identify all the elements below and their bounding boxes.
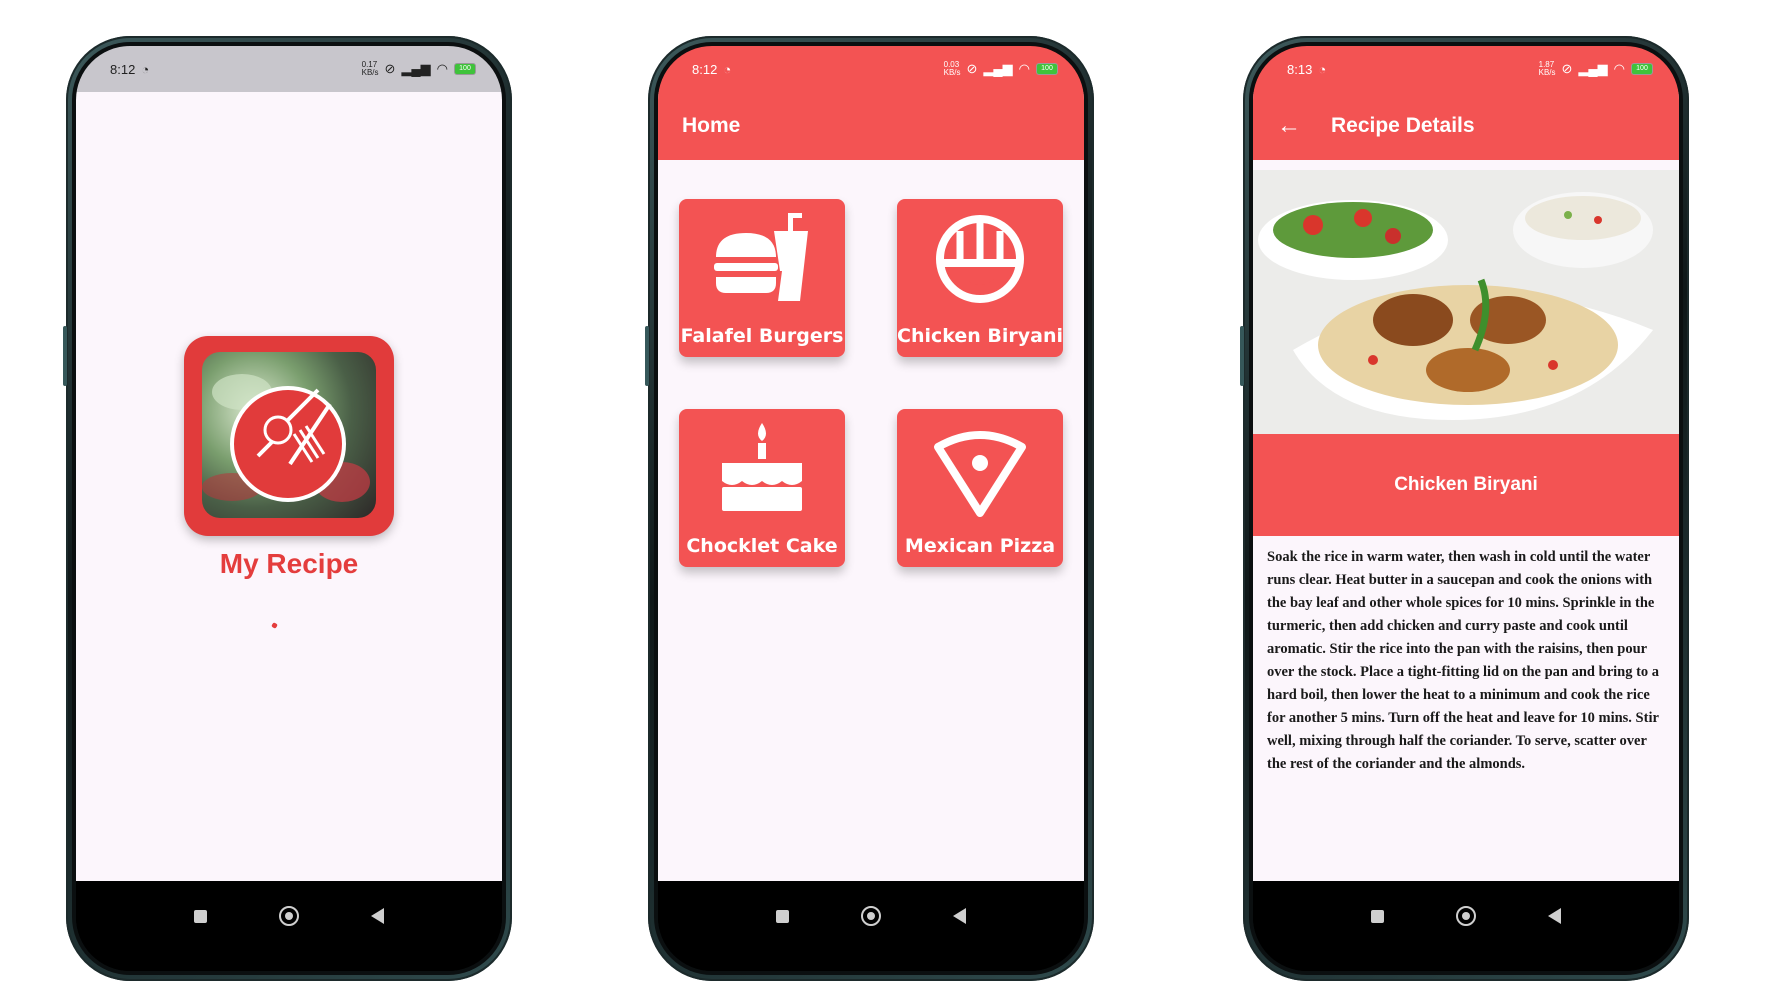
wifi-icon: ◠ [1018, 61, 1030, 76]
rice-bowl-icon [936, 215, 1024, 303]
status-bar: 8:12 ◔ 0.03 KB/s ⊘ ▂▄▆ ◠ 100 [658, 46, 1084, 92]
net-speed: 1.87 KB/s [1538, 60, 1556, 77]
status-time: 8:12 [692, 61, 718, 77]
pizza-slice-icon [934, 431, 1026, 517]
battery-icon: 100 [1631, 63, 1653, 75]
back-triangle-icon[interactable] [1548, 908, 1561, 924]
tile-label: Falafel Burgers [680, 325, 844, 347]
system-nav-bar [1253, 881, 1679, 971]
alarm-off-icon: ⊘ [384, 61, 396, 76]
dish-name: Chicken Biryani [1394, 474, 1538, 495]
phone-details: 8:13 ◔ 1.87 KB/s ⊘ ▂▄▆ ◠ 100 ← Recipe Det… [1240, 36, 1689, 981]
signal-icon: ▂▄▆ [983, 61, 1013, 76]
system-nav-bar [658, 881, 1084, 971]
tile-label: Mexican Pizza [904, 535, 1056, 557]
details-app-bar: ← Recipe Details [1253, 92, 1679, 160]
recipe-tile-chocklet-cake[interactable]: Chocklet Cake [679, 409, 845, 567]
recents-icon[interactable] [776, 909, 789, 923]
dish-name-banner: Chicken Biryani [1253, 434, 1679, 536]
app-logo [184, 336, 394, 536]
details-screen: 8:13 ◔ 1.87 KB/s ⊘ ▂▄▆ ◠ 100 ← Recipe Det… [1253, 46, 1679, 971]
home-circle-icon[interactable] [1456, 906, 1476, 926]
system-nav-bar [76, 881, 502, 971]
dish-photo [1253, 170, 1679, 434]
home-app-bar: Home [658, 92, 1084, 160]
sync-icon: ◔ [1318, 61, 1327, 77]
battery-icon: 100 [1036, 63, 1058, 75]
splash-title: My Recipe [219, 548, 359, 579]
status-bar: 8:13 ◔ 1.87 KB/s ⊘ ▂▄▆ ◠ 100 [1253, 46, 1679, 92]
status-time: 8:12 [110, 61, 136, 77]
home-circle-icon[interactable] [861, 906, 881, 926]
phone-splash: 8:12 ◔ 0.17 KB/s ⊘ ▂▄▆ ◠ 100 My Recipe [63, 36, 512, 981]
recipe-description: Soak the rice in warm water, then wash i… [1267, 549, 1660, 772]
splash-screen: 8:12 ◔ 0.17 KB/s ⊘ ▂▄▆ ◠ 100 My Recipe [76, 46, 502, 971]
burger-drink-icon [714, 213, 808, 301]
cake-icon [722, 423, 802, 511]
signal-icon: ▂▄▆ [401, 61, 431, 76]
alarm-off-icon: ⊘ [966, 61, 978, 76]
back-triangle-icon[interactable] [953, 908, 966, 924]
alarm-off-icon: ⊘ [1561, 61, 1573, 76]
wifi-icon: ◠ [1613, 61, 1625, 76]
recents-icon[interactable] [194, 909, 207, 923]
recipe-tile-chicken-biryani[interactable]: Chicken Biryani [897, 199, 1063, 357]
page-title: Home [682, 114, 741, 137]
wifi-icon: ◠ [436, 61, 448, 76]
back-arrow-icon[interactable]: ← [1277, 112, 1301, 140]
recents-icon[interactable] [1371, 909, 1384, 923]
home-circle-icon[interactable] [279, 906, 299, 926]
tile-label: Chocklet Cake [686, 535, 838, 557]
net-speed: 0.03 KB/s [943, 60, 961, 77]
salad-photo [202, 352, 376, 518]
recipe-tile-mexican-pizza[interactable]: Mexican Pizza [897, 409, 1063, 567]
tile-label: Chicken Biryani [897, 325, 1064, 347]
status-time: 8:13 [1287, 61, 1313, 77]
phone-home: 8:12 ◔ 0.03 KB/s ⊘ ▂▄▆ ◠ 100 Home Falafe… [645, 36, 1094, 981]
status-bar: 8:12 ◔ 0.17 KB/s ⊘ ▂▄▆ ◠ 100 [76, 46, 502, 92]
sync-icon: ◔ [723, 61, 732, 77]
battery-icon: 100 [454, 63, 476, 75]
page-title: Recipe Details [1331, 114, 1475, 137]
back-triangle-icon[interactable] [371, 908, 384, 924]
net-speed: 0.17 KB/s [361, 60, 379, 77]
signal-icon: ▂▄▆ [1578, 61, 1608, 76]
sync-icon: ◔ [141, 61, 150, 77]
home-screen: 8:12 ◔ 0.03 KB/s ⊘ ▂▄▆ ◠ 100 Home Falafe… [658, 46, 1084, 971]
recipe-tile-falafel-burgers[interactable]: Falafel Burgers [679, 199, 845, 357]
